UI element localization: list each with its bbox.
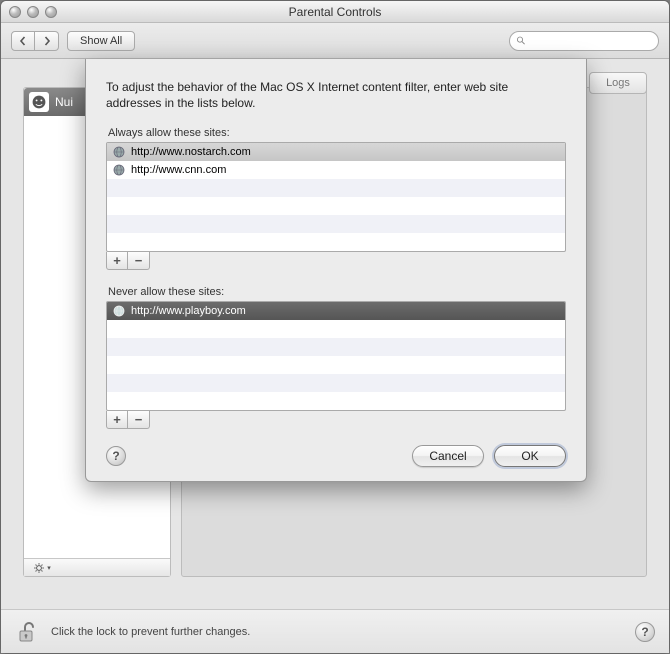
deny-label: Never allow these sites: [106,286,566,298]
sidebar-action-menu[interactable]: ▾ [24,558,60,576]
globe-icon [113,146,125,158]
deny-list-row[interactable] [107,338,565,356]
allow-list-row[interactable] [107,179,565,197]
site-url: http://www.playboy.com [131,305,246,317]
minus-icon: − [135,412,143,427]
cancel-label: Cancel [429,449,466,463]
allow-list-row[interactable]: http://www.nostarch.com [107,143,565,161]
globe-icon [113,164,125,176]
search-input[interactable] [530,34,652,48]
forward-button[interactable] [35,31,59,51]
allow-label: Always allow these sites: [106,127,566,139]
minus-icon: − [135,253,143,268]
sheet-description: To adjust the behavior of the Mac OS X I… [106,79,566,111]
plus-icon: + [113,412,121,427]
content-area: Logs Nui ▾ To adjust the behavior of the… [1,59,669,609]
site-url: http://www.nostarch.com [131,146,251,158]
zoom-window-button[interactable] [45,6,57,18]
unlocked-padlock-icon [16,620,40,644]
help-button[interactable]: ? [106,446,126,466]
sheet-footer: ? Cancel OK [106,445,566,467]
traffic-lights [9,6,57,18]
sidebar-footer [60,558,170,576]
lock-text: Click the lock to prevent further change… [51,626,250,638]
nav-group [11,31,59,51]
allow-add-button[interactable]: + [106,252,128,270]
user-name: Nui [55,95,73,109]
search-icon [516,35,526,46]
user-avatar-icon [29,92,49,112]
tab-logs-label: Logs [606,77,630,89]
deny-list-row[interactable]: http://www.playboy.com [107,302,565,320]
tab-logs[interactable]: Logs [589,72,647,94]
allow-plus-minus: + − [106,252,566,270]
plus-icon: + [113,253,121,268]
deny-list-row[interactable] [107,320,565,338]
window-footer: Click the lock to prevent further change… [1,609,669,653]
allow-list[interactable]: http://www.nostarch.com http://www.cnn.c… [106,142,566,252]
close-window-button[interactable] [9,6,21,18]
website-filter-sheet: To adjust the behavior of the Mac OS X I… [85,59,587,482]
search-field[interactable] [509,31,659,51]
deny-list-row[interactable] [107,374,565,392]
allow-list-row[interactable] [107,197,565,215]
prefs-window: Parental Controls Show All Logs [0,0,670,654]
deny-list-row[interactable] [107,392,565,410]
deny-plus-minus: + − [106,411,566,429]
show-all-button[interactable]: Show All [67,31,135,51]
window-title: Parental Controls [1,5,669,19]
allow-list-row[interactable] [107,233,565,251]
site-url: http://www.cnn.com [131,164,226,176]
allow-list-row[interactable] [107,215,565,233]
chevron-down-icon: ▾ [47,564,51,572]
help-button[interactable]: ? [635,622,655,642]
toolbar: Show All [1,23,669,59]
allow-list-row[interactable]: http://www.cnn.com [107,161,565,179]
footer-help: ? [635,622,655,642]
show-all-label: Show All [80,35,122,47]
lock-button[interactable] [15,619,41,645]
deny-list-row[interactable] [107,356,565,374]
chevron-right-icon [42,36,52,46]
deny-add-button[interactable]: + [106,411,128,429]
ok-button[interactable]: OK [494,445,566,467]
back-button[interactable] [11,31,35,51]
cancel-button[interactable]: Cancel [412,445,484,467]
deny-list[interactable]: http://www.playboy.com [106,301,566,411]
deny-remove-button[interactable]: − [128,411,150,429]
minimize-window-button[interactable] [27,6,39,18]
chevron-left-icon [18,36,28,46]
titlebar: Parental Controls [1,1,669,23]
ok-label: OK [521,449,538,463]
gear-icon [33,562,45,574]
allow-remove-button[interactable]: − [128,252,150,270]
globe-icon [113,305,125,317]
